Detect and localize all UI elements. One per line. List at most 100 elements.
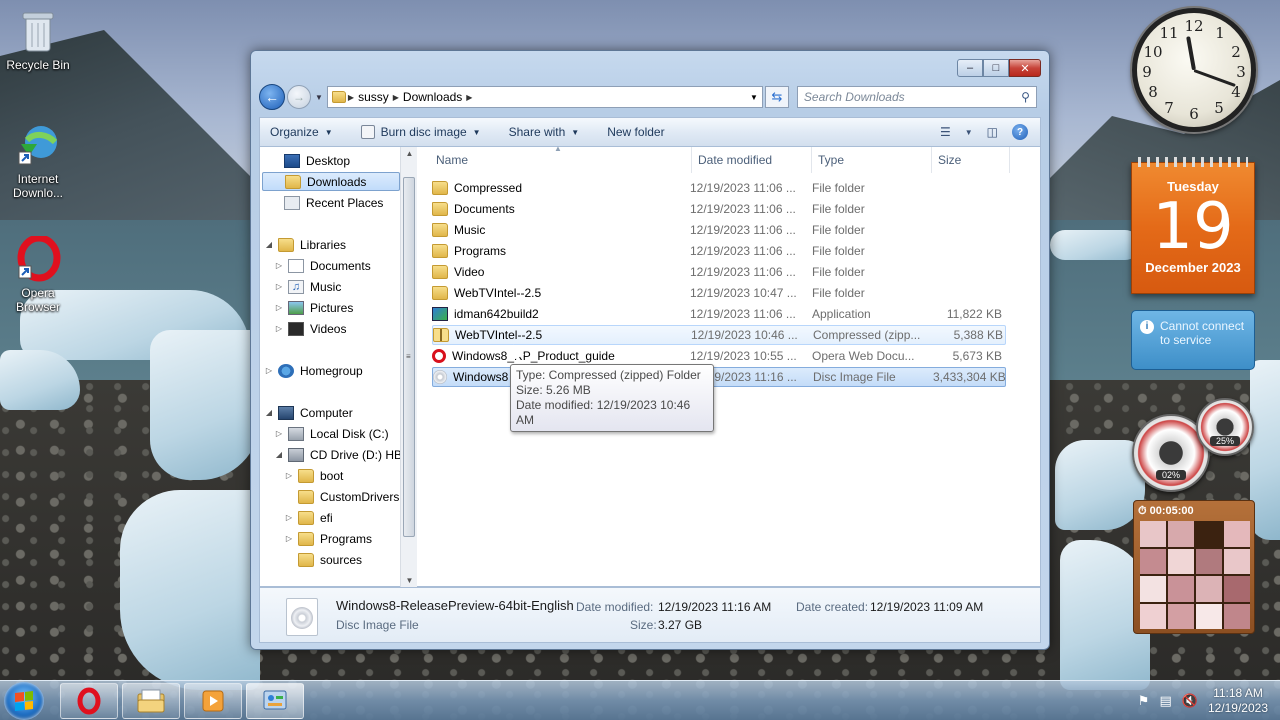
nav-item-music[interactable]: ▷ ♫ Music xyxy=(274,277,341,296)
forward-button[interactable]: → xyxy=(287,85,311,109)
taskbar-opera-button[interactable] xyxy=(60,683,118,719)
network-icon[interactable]: ▤ xyxy=(1159,693,1171,709)
column-header-size[interactable]: Size xyxy=(932,147,1010,173)
minimize-button[interactable]: – xyxy=(957,59,983,77)
nav-item-label: Recent Places xyxy=(306,195,384,210)
nav-item-programs[interactable]: ▷ Programs xyxy=(284,529,372,548)
tooltip-date: Date modified: 12/19/2023 10:46 AM xyxy=(516,398,691,427)
nav-item-sources[interactable]: sources xyxy=(298,550,362,569)
folder-icon xyxy=(298,552,314,567)
opera-icon xyxy=(77,687,101,715)
nav-item-local-disk[interactable]: ▷ Local Disk (C:) xyxy=(274,424,389,443)
change-view-icon[interactable]: ☰ xyxy=(940,125,951,139)
nav-item-recent-places[interactable]: Recent Places xyxy=(284,193,383,212)
share-label: Share with xyxy=(508,125,566,139)
file-row[interactable]: idman642build2 12/19/2023 11:06 ... Appl… xyxy=(432,304,1006,324)
opera-logo-icon xyxy=(15,236,61,282)
file-type: Disc Image File xyxy=(813,370,896,384)
maximize-button[interactable]: □ xyxy=(983,59,1009,77)
column-header-name[interactable]: Name ▲ xyxy=(430,144,692,173)
file-size: 5,673 KB xyxy=(952,349,1002,363)
ram-meter-gadget[interactable]: 25% xyxy=(1196,398,1254,456)
view-dropdown-icon[interactable]: ▼ xyxy=(965,128,973,137)
file-row[interactable]: Programs 12/19/2023 11:06 ... File folde… xyxy=(432,241,1006,261)
file-row[interactable]: Video 12/19/2023 11:06 ... File folder xyxy=(432,262,1006,282)
calendar-gadget[interactable]: Tuesday 19 December 2023 xyxy=(1131,157,1255,294)
hour-hand xyxy=(1186,36,1196,71)
calendar-rings xyxy=(1138,157,1248,167)
nav-item-libraries[interactable]: ◢ Libraries xyxy=(264,235,346,254)
breadcrumb-chevron-icon: ▶ xyxy=(392,92,399,102)
nav-item-cd-drive[interactable]: ◢ CD Drive (D:) HB xyxy=(274,445,402,464)
collapsed-triangle-icon: ▷ xyxy=(275,303,283,312)
organize-menu[interactable]: Organize ▼ xyxy=(270,125,333,139)
videos-icon xyxy=(288,321,304,336)
action-center-flag-icon[interactable]: ⚑ xyxy=(1138,693,1150,709)
preview-pane-icon[interactable]: ◫ xyxy=(987,125,998,139)
back-button[interactable]: ← xyxy=(259,84,285,110)
column-header-date[interactable]: Date modified xyxy=(692,147,812,173)
file-row[interactable]: Music 12/19/2023 11:06 ... File folder xyxy=(432,220,1006,240)
taskbar-control-panel-button[interactable] xyxy=(246,683,304,719)
file-row[interactable]: Compressed 12/19/2023 11:06 ... File fol… xyxy=(432,178,1006,198)
share-with-menu[interactable]: Share with ▼ xyxy=(509,125,580,139)
volume-muted-icon[interactable]: 🔇 xyxy=(1182,693,1198,709)
chevron-down-icon: ▼ xyxy=(324,127,333,137)
opera-browser-shortcut[interactable]: Opera Browser xyxy=(0,236,76,314)
nav-item-documents[interactable]: ▷ Documents xyxy=(274,256,371,275)
address-dropdown-icon[interactable]: ▼ xyxy=(746,93,762,102)
nav-scrollbar[interactable]: ▲ ≡ ▼ xyxy=(400,147,417,587)
taskbar-clock[interactable]: 11:18 AM 12/19/2023 xyxy=(1208,686,1268,716)
file-name: Compressed xyxy=(454,181,523,195)
internet-download-manager-shortcut[interactable]: Internet Downlo... xyxy=(0,122,76,200)
address-bar[interactable]: ▶ sussy ▶ Downloads ▶ ▼ xyxy=(326,86,763,108)
file-row[interactable]: Documents 12/19/2023 11:06 ... File fold… xyxy=(432,199,1006,219)
cd-drive-icon xyxy=(288,447,304,462)
application-icon xyxy=(432,307,448,321)
search-input[interactable]: Search Downloads ⚲ xyxy=(796,86,1037,108)
nav-item-videos[interactable]: ▷ Videos xyxy=(274,319,346,338)
clock-number: 12 xyxy=(1184,17,1204,35)
start-button[interactable] xyxy=(4,682,44,720)
new-folder-button[interactable]: New folder xyxy=(607,125,664,139)
folder-icon xyxy=(432,223,448,237)
burn-disc-image-menu[interactable]: Burn disc image ▼ xyxy=(360,125,481,139)
nav-item-customdrivers[interactable]: CustomDrivers xyxy=(298,487,399,506)
nav-item-efi[interactable]: ▷ efi xyxy=(284,508,333,527)
file-size: 5,388 KB xyxy=(953,328,1003,342)
close-button[interactable]: ✕ xyxy=(1009,59,1041,77)
nav-item-homegroup[interactable]: ▷ Homegroup xyxy=(264,361,363,380)
weather-gadget[interactable]: i Cannot connect to service xyxy=(1131,310,1255,370)
taskbar-explorer-button[interactable] xyxy=(122,683,180,719)
nav-item-pictures[interactable]: ▷ Pictures xyxy=(274,298,353,317)
scroll-up-icon[interactable]: ▲ xyxy=(401,149,418,158)
recycle-bin-shortcut[interactable]: Recycle Bin xyxy=(0,8,76,72)
nav-item-computer[interactable]: ◢ Computer xyxy=(264,403,353,422)
refresh-button[interactable]: ⇆ xyxy=(764,86,789,108)
column-header-type[interactable]: Type xyxy=(812,147,932,173)
picture-puzzle-gadget[interactable]: ⏱ 00:05:00 xyxy=(1133,500,1255,634)
nav-item-downloads[interactable]: Downloads xyxy=(262,172,400,191)
nav-item-desktop[interactable]: Desktop xyxy=(284,151,350,170)
windows-explorer-icon xyxy=(137,689,165,713)
scroll-down-icon[interactable]: ▼ xyxy=(401,576,418,585)
recent-pages-dropdown[interactable]: ▼ xyxy=(315,93,323,102)
file-date: 12/19/2023 11:06 ... xyxy=(690,223,796,237)
file-row[interactable]: WebTVIntel--2.5 12/19/2023 10:47 ... Fil… xyxy=(432,283,1006,303)
nav-item-boot[interactable]: ▷ boot xyxy=(284,466,343,485)
explorer-window[interactable]: – □ ✕ ← → ▼ ▶ sussy ▶ Downloads ▶ ▼ ⇆ Se… xyxy=(250,50,1050,650)
breadcrumb-chevron-icon: ▶ xyxy=(347,92,355,102)
command-bar: Organize ▼ Burn disc image ▼ Share with … xyxy=(259,117,1041,147)
breadcrumb-sussy[interactable]: sussy xyxy=(358,90,389,104)
desktop-icon-label: Opera Browser xyxy=(15,286,60,314)
collapsed-triangle-icon: ▷ xyxy=(275,324,283,333)
taskbar-media-player-button[interactable] xyxy=(184,683,242,719)
nav-item-label: Music xyxy=(310,279,342,294)
clock-gadget[interactable]: 12 1 2 3 4 5 6 7 8 9 10 11 xyxy=(1132,8,1256,132)
details-date-created: 12/19/2023 11:09 AM xyxy=(870,600,984,614)
collapsed-triangle-icon: ▷ xyxy=(285,471,293,480)
homegroup-icon xyxy=(278,363,294,378)
puzzle-grid[interactable] xyxy=(1140,521,1250,629)
help-button[interactable]: ? xyxy=(1012,124,1028,140)
breadcrumb-downloads[interactable]: Downloads xyxy=(403,90,462,104)
